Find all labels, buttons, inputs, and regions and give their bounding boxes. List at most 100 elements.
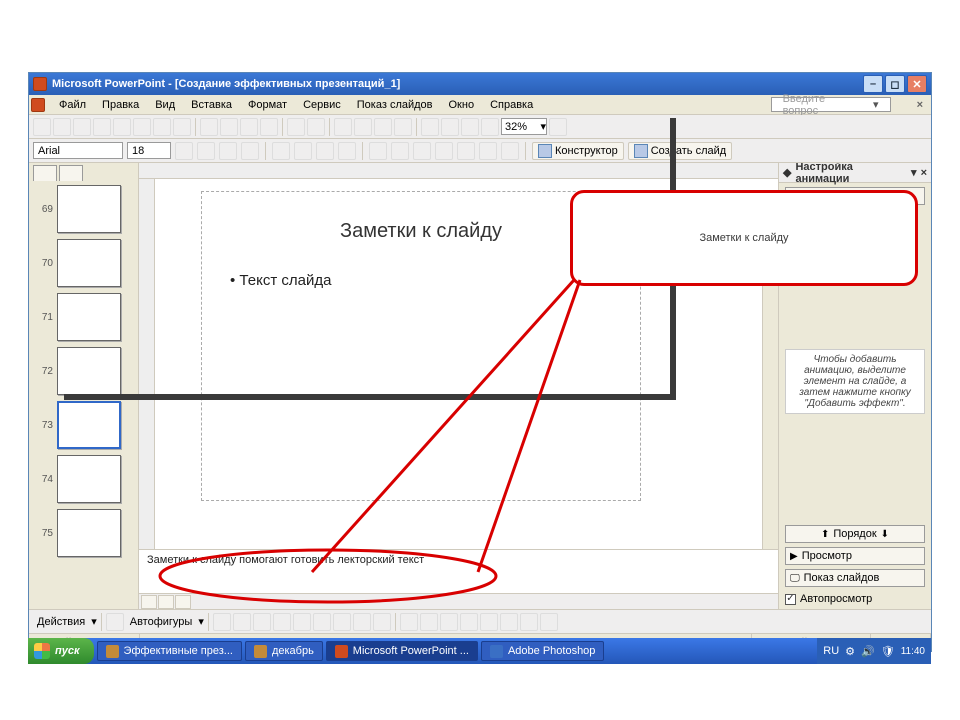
thumbnail-row[interactable]: 69: [35, 185, 132, 233]
shadow-button[interactable]: [241, 142, 259, 160]
autoshapes-menu[interactable]: Автофигуры: [126, 616, 197, 628]
preview-icon[interactable]: [133, 118, 151, 136]
oval-button[interactable]: [273, 613, 291, 631]
bullets-button[interactable]: [391, 142, 409, 160]
thumb-slide[interactable]: [57, 293, 121, 341]
menu-format[interactable]: Формат: [240, 97, 295, 113]
close-button[interactable]: ✕: [907, 75, 927, 93]
align-right-button[interactable]: [316, 142, 334, 160]
tray-icon-1[interactable]: ⚙: [845, 645, 855, 658]
thumb-slide[interactable]: [57, 401, 121, 449]
ask-question-box[interactable]: Введите вопрос▾: [771, 97, 891, 112]
minimize-button[interactable]: –: [863, 75, 883, 93]
start-button[interactable]: пуск: [28, 638, 94, 664]
chart-icon[interactable]: [334, 118, 352, 136]
fontcolor-button[interactable]: [501, 142, 519, 160]
decrease-font-button[interactable]: [435, 142, 453, 160]
bold-button[interactable]: [175, 142, 193, 160]
taskbar-item[interactable]: Эффективные през...: [97, 641, 242, 661]
notes-pane[interactable]: Заметки к слайду помогают готовить лекто…: [139, 549, 778, 593]
menu-window[interactable]: Окно: [441, 97, 483, 113]
copy-icon[interactable]: [220, 118, 238, 136]
wordart-button[interactable]: [313, 613, 331, 631]
fillcolor-button[interactable]: [400, 613, 418, 631]
italic-button[interactable]: [197, 142, 215, 160]
increase-indent-button[interactable]: [479, 142, 497, 160]
align-left-button[interactable]: [272, 142, 290, 160]
shadow-style-button[interactable]: [520, 613, 538, 631]
showformat-icon[interactable]: [441, 118, 459, 136]
thumb-slide[interactable]: [57, 509, 121, 557]
thumbnail-row[interactable]: 72: [35, 347, 132, 395]
numbering-button[interactable]: [369, 142, 387, 160]
undo-icon[interactable]: [287, 118, 305, 136]
increase-font-button[interactable]: [413, 142, 431, 160]
autopreview-checkbox[interactable]: ✓Автопросмотр: [785, 593, 925, 605]
thumbnail-row[interactable]: 73: [35, 401, 132, 449]
menu-tools[interactable]: Сервис: [295, 97, 349, 113]
decrease-indent-button[interactable]: [457, 142, 475, 160]
thumb-slide[interactable]: [57, 239, 121, 287]
table-icon[interactable]: [354, 118, 372, 136]
fontcolor2-button[interactable]: [440, 613, 458, 631]
sorter-view-button[interactable]: [158, 595, 174, 609]
system-tray[interactable]: RU ⚙ 🔊 🛡 11:40: [817, 638, 931, 664]
menu-file[interactable]: Файл: [51, 97, 94, 113]
fontsize-combo[interactable]: 18: [127, 142, 171, 159]
tablesgrid-icon[interactable]: [374, 118, 392, 136]
taskbar-item[interactable]: Microsoft PowerPoint ...: [326, 641, 478, 661]
taskbar-item[interactable]: Adobe Photoshop: [481, 641, 604, 661]
actions-menu[interactable]: Действия: [33, 616, 89, 628]
linecolor-button[interactable]: [420, 613, 438, 631]
slideshow-button[interactable]: 🖵 Показ слайдов: [785, 569, 925, 587]
new-slide-button[interactable]: Создать слайд: [628, 142, 732, 160]
grid-icon[interactable]: [461, 118, 479, 136]
tray-icon-2[interactable]: 🔊: [861, 645, 875, 658]
slideshow-view-button[interactable]: [175, 595, 191, 609]
thumbnail-row[interactable]: 75: [35, 509, 132, 557]
zoom-combo[interactable]: 32%▾: [501, 118, 547, 135]
paste-icon[interactable]: [240, 118, 258, 136]
font-combo[interactable]: Arial: [33, 142, 123, 159]
menu-edit[interactable]: Правка: [94, 97, 147, 113]
dashstyle-button[interactable]: [480, 613, 498, 631]
redo-icon[interactable]: [307, 118, 325, 136]
tray-icon-3[interactable]: 🛡: [881, 645, 895, 658]
doc-close-button[interactable]: ×: [909, 97, 931, 113]
diagram-button[interactable]: [333, 613, 351, 631]
formatpainter-icon[interactable]: [260, 118, 278, 136]
linestyle-button[interactable]: [460, 613, 478, 631]
save-icon[interactable]: [73, 118, 91, 136]
arrowstyle-button[interactable]: [500, 613, 518, 631]
thumb-slide[interactable]: [57, 185, 121, 233]
rectangle-button[interactable]: [253, 613, 271, 631]
preview-button[interactable]: ▶ Просмотр: [785, 547, 925, 565]
picture-button[interactable]: [373, 613, 391, 631]
thumb-slide[interactable]: [57, 455, 121, 503]
research-icon[interactable]: [173, 118, 191, 136]
expand-icon[interactable]: [421, 118, 439, 136]
print-icon[interactable]: [113, 118, 131, 136]
slides-tab[interactable]: [59, 165, 83, 181]
hyperlink-icon[interactable]: [394, 118, 412, 136]
clipart-button[interactable]: [353, 613, 371, 631]
taskpane-header[interactable]: ◆ Настройка анимации ▾×: [779, 163, 931, 183]
thumbnail-row[interactable]: 70: [35, 239, 132, 287]
textbox-button[interactable]: [293, 613, 311, 631]
thumbnail-row[interactable]: 71: [35, 293, 132, 341]
slide-body[interactable]: • Текст слайда: [230, 272, 331, 289]
align-center-button[interactable]: [294, 142, 312, 160]
normal-view-button[interactable]: [141, 595, 157, 609]
thumbnails-list[interactable]: 69707172737475: [29, 181, 138, 609]
help-icon[interactable]: [549, 118, 567, 136]
color-icon[interactable]: [481, 118, 499, 136]
order-control[interactable]: ⬆ Порядок ⬇: [785, 525, 925, 543]
select-arrow-button[interactable]: [106, 613, 124, 631]
line-button[interactable]: [213, 613, 231, 631]
menu-insert[interactable]: Вставка: [183, 97, 240, 113]
3d-button[interactable]: [540, 613, 558, 631]
open-icon[interactable]: [53, 118, 71, 136]
maximize-button[interactable]: ◻: [885, 75, 905, 93]
taskbar-item[interactable]: декабрь: [245, 641, 323, 661]
designer-button[interactable]: Конструктор: [532, 142, 624, 160]
